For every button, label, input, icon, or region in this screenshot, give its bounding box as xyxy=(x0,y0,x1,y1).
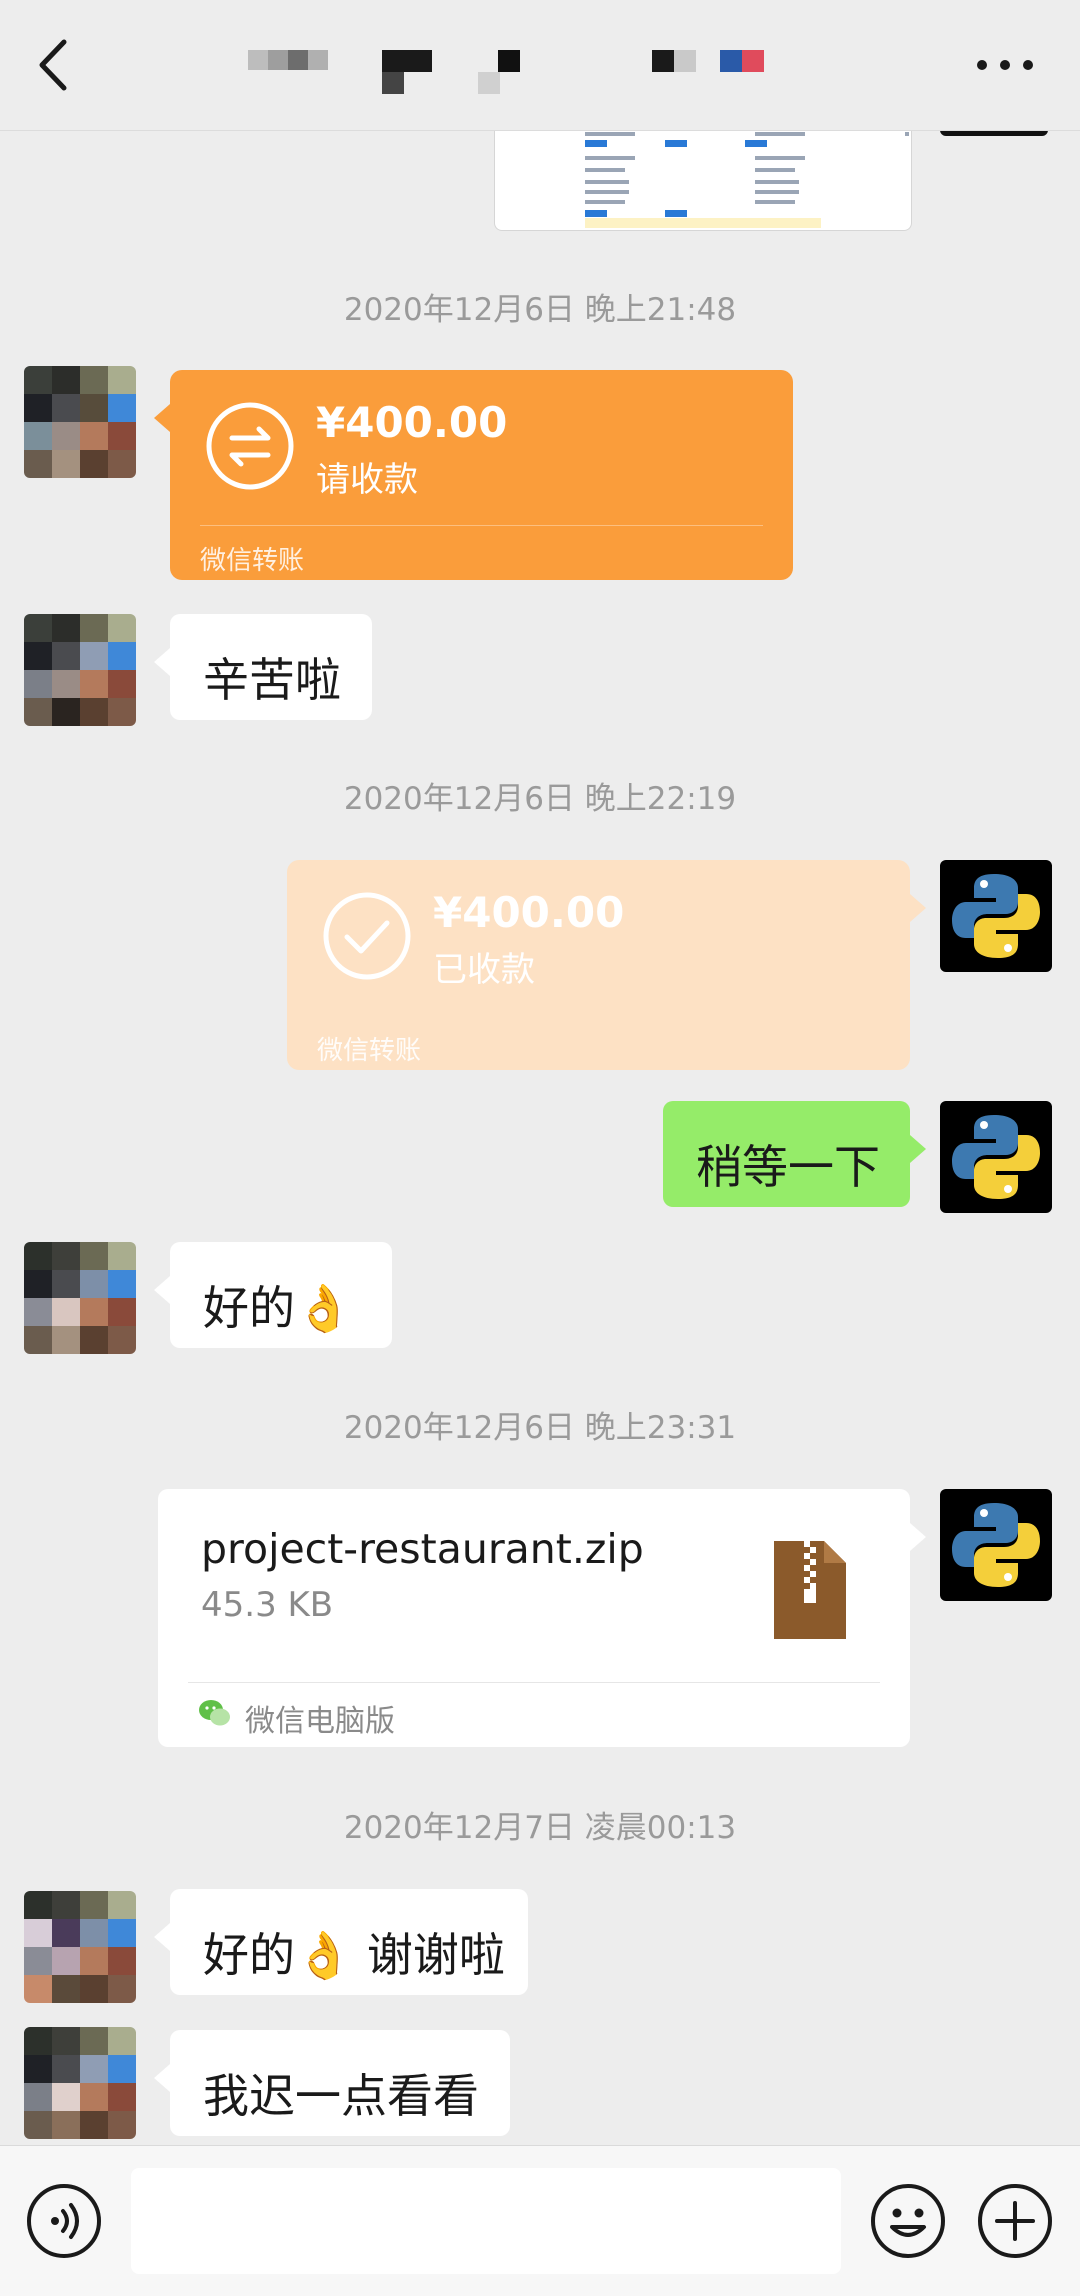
contact-avatar[interactable] xyxy=(24,366,136,478)
transfer-request-card[interactable]: ¥400.00 请收款 微信转账 xyxy=(154,370,793,580)
transfer-amount: ¥400.00 xyxy=(316,398,508,447)
checkmark-circle-icon xyxy=(323,892,411,980)
more-dots-icon xyxy=(977,60,1033,70)
message-text: 稍等一下 xyxy=(696,1140,880,1194)
message-text: 辛苦啦 xyxy=(203,653,341,707)
timestamp: 2020年12月6日 晚上21:48 xyxy=(343,292,737,328)
own-avatar[interactable] xyxy=(940,860,1052,972)
voice-icon[interactable] xyxy=(26,2183,102,2259)
transfer-amount: ¥400.00 xyxy=(433,888,625,937)
transfer-source: 微信转账 xyxy=(200,546,305,576)
own-avatar[interactable] xyxy=(940,1489,1052,1601)
wechat-logo-icon xyxy=(199,1700,230,1726)
message-bubble-received[interactable]: 好的👌 谢谢啦 xyxy=(154,1889,528,1995)
contact-avatar[interactable] xyxy=(24,614,136,726)
input-toolbar xyxy=(0,2145,1080,2296)
file-source: 微信电脑版 xyxy=(245,1704,395,1739)
message-input[interactable] xyxy=(131,2168,841,2274)
transfer-status: 已收款 xyxy=(433,950,535,990)
contact-name-pixelated xyxy=(240,48,800,100)
zip-file-icon xyxy=(774,1541,846,1639)
contact-avatar[interactable] xyxy=(24,1242,136,1354)
top-bar xyxy=(0,0,1080,131)
transfer-arrows-icon xyxy=(206,402,294,490)
file-message-card[interactable]: project-restaurant.zip 45.3 KB 微信电脑版 xyxy=(158,1489,926,1747)
file-size: 45.3 KB xyxy=(201,1585,334,1625)
message-bubble-sent[interactable]: 稍等一下 xyxy=(663,1101,926,1207)
contact-avatar[interactable] xyxy=(24,1891,136,2003)
contact-avatar[interactable] xyxy=(24,2027,136,2139)
form-screenshot-thumbnail xyxy=(585,132,909,228)
file-name: project-restaurant.zip xyxy=(201,1525,644,1573)
transfer-source: 微信转账 xyxy=(317,1036,422,1066)
message-bubble-received[interactable]: 好的👌 xyxy=(154,1242,392,1348)
transfer-received-card[interactable]: ¥400.00 已收款 微信转账 xyxy=(287,860,926,1070)
back-button[interactable] xyxy=(22,30,92,100)
timestamp: 2020年12月6日 晚上23:31 xyxy=(343,1410,737,1446)
timestamp: 2020年12月6日 晚上22:19 xyxy=(343,781,737,817)
message-bubble-received[interactable]: 辛苦啦 xyxy=(154,614,372,720)
emoji-icon[interactable] xyxy=(870,2183,946,2259)
own-avatar[interactable] xyxy=(940,1101,1052,1213)
python-logo-icon xyxy=(952,1503,1040,1587)
python-logo-icon xyxy=(952,874,1040,958)
timestamp: 2020年12月7日 凌晨00:13 xyxy=(343,1810,737,1846)
message-bubble-received[interactable]: 我迟一点看看 xyxy=(154,2030,510,2136)
shared-image-message[interactable] xyxy=(494,126,912,231)
divider xyxy=(200,525,763,526)
message-text: 好的👌 xyxy=(203,1281,353,1335)
divider xyxy=(188,1682,880,1683)
plus-icon[interactable] xyxy=(977,2183,1053,2259)
more-options-button[interactable] xyxy=(960,30,1050,100)
chevron-left-icon xyxy=(39,39,67,91)
message-text: 我迟一点看看 xyxy=(203,2069,479,2123)
python-logo-icon xyxy=(952,1115,1040,1199)
transfer-status: 请收款 xyxy=(316,460,418,500)
message-text: 好的👌 谢谢啦 xyxy=(203,1928,505,1982)
